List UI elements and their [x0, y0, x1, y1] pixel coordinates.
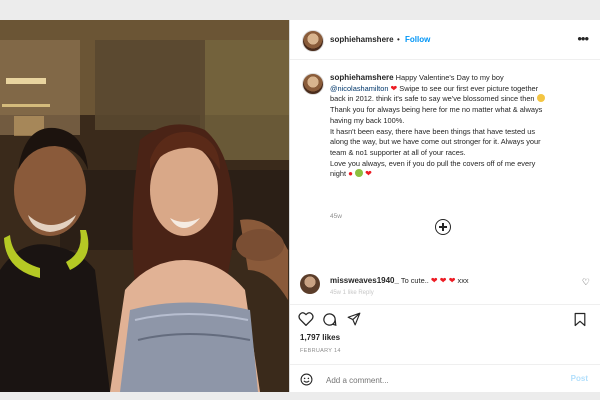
caption-text: It hasn't been easy, there have been thi… — [330, 126, 536, 136]
laughing-emoji-icon — [355, 169, 363, 178]
red-circle-emoji-icon: ● — [348, 169, 353, 179]
plus-circle-icon[interactable] — [435, 219, 451, 235]
post-caption: sophiehamshere Happy Valentine's Day to … — [330, 73, 592, 180]
heart-emoji-icon: ❤ — [390, 83, 398, 93]
post-comment-button[interactable]: Post — [571, 374, 588, 383]
action-bar — [290, 304, 600, 332]
more-options-icon[interactable]: ••• — [577, 31, 589, 46]
grinning-emoji-icon — [536, 94, 545, 103]
caption-text: Love you always, even if you do pull the… — [330, 158, 536, 168]
likes-count[interactable]: 1,797 likes — [300, 333, 340, 342]
comment: missweaves1940_ To cute.. ❤ ❤ ❤ xxx — [330, 276, 469, 285]
post-date: FEBRUARY 14 — [300, 348, 341, 354]
follow-button[interactable]: Follow — [405, 35, 430, 44]
caption-text: Thank you for always being here for me n… — [330, 105, 543, 115]
emoji-icon[interactable] — [300, 373, 313, 386]
caption-text: team & no1 supporter at all of your race… — [330, 147, 466, 157]
caption-text: having my back 100%. — [330, 115, 405, 125]
post-header: sophiehamshere • Follow ••• — [290, 20, 600, 60]
photo-scene — [0, 20, 289, 392]
separator-dot: • — [397, 35, 400, 44]
heart-icon[interactable]: ♡ — [582, 277, 590, 288]
caption-avatar[interactable] — [302, 73, 324, 95]
post-photo[interactable] — [0, 20, 289, 392]
post-side-panel: sophiehamshere • Follow ••• sophiehamshe… — [290, 20, 600, 392]
caption-username[interactable]: sophiehamshere — [330, 73, 394, 82]
post-time-ago: 45w — [330, 213, 342, 220]
author-username[interactable]: sophiehamshere — [330, 35, 394, 44]
comment-input[interactable] — [324, 372, 548, 388]
instagram-post-window: sophiehamshere • Follow ••• sophiehamshe… — [0, 20, 600, 392]
caption-text: back in 2012. think it's safe to say we'… — [330, 94, 535, 104]
bookmark-icon[interactable] — [574, 312, 586, 327]
heart-emoji-icon: ❤ — [365, 169, 372, 179]
commenter-avatar[interactable] — [300, 274, 320, 294]
caption-text: Swipe to see our first ever picture toge… — [399, 83, 539, 93]
share-icon[interactable] — [347, 312, 361, 326]
comment-meta: 45w 1 like Reply — [330, 290, 374, 296]
author-avatar[interactable] — [302, 30, 324, 52]
comment-suffix: xxx — [457, 276, 469, 285]
caption-text: Happy Valentine's Day to my boy — [395, 73, 504, 82]
heart-emoji-icon: ❤ ❤ ❤ — [430, 276, 456, 285]
comment-text: To cute.. — [400, 276, 429, 285]
caption-mention-link[interactable]: @nicolashamilton — [330, 84, 388, 93]
add-comment-bar: Post — [290, 364, 600, 392]
heart-icon[interactable] — [298, 312, 314, 326]
commenter-username[interactable]: missweaves1940_ — [330, 276, 399, 285]
comment-icon[interactable] — [322, 312, 337, 327]
caption-text: along the way, but we have come out stro… — [330, 137, 541, 147]
caption-text: night — [330, 169, 347, 179]
